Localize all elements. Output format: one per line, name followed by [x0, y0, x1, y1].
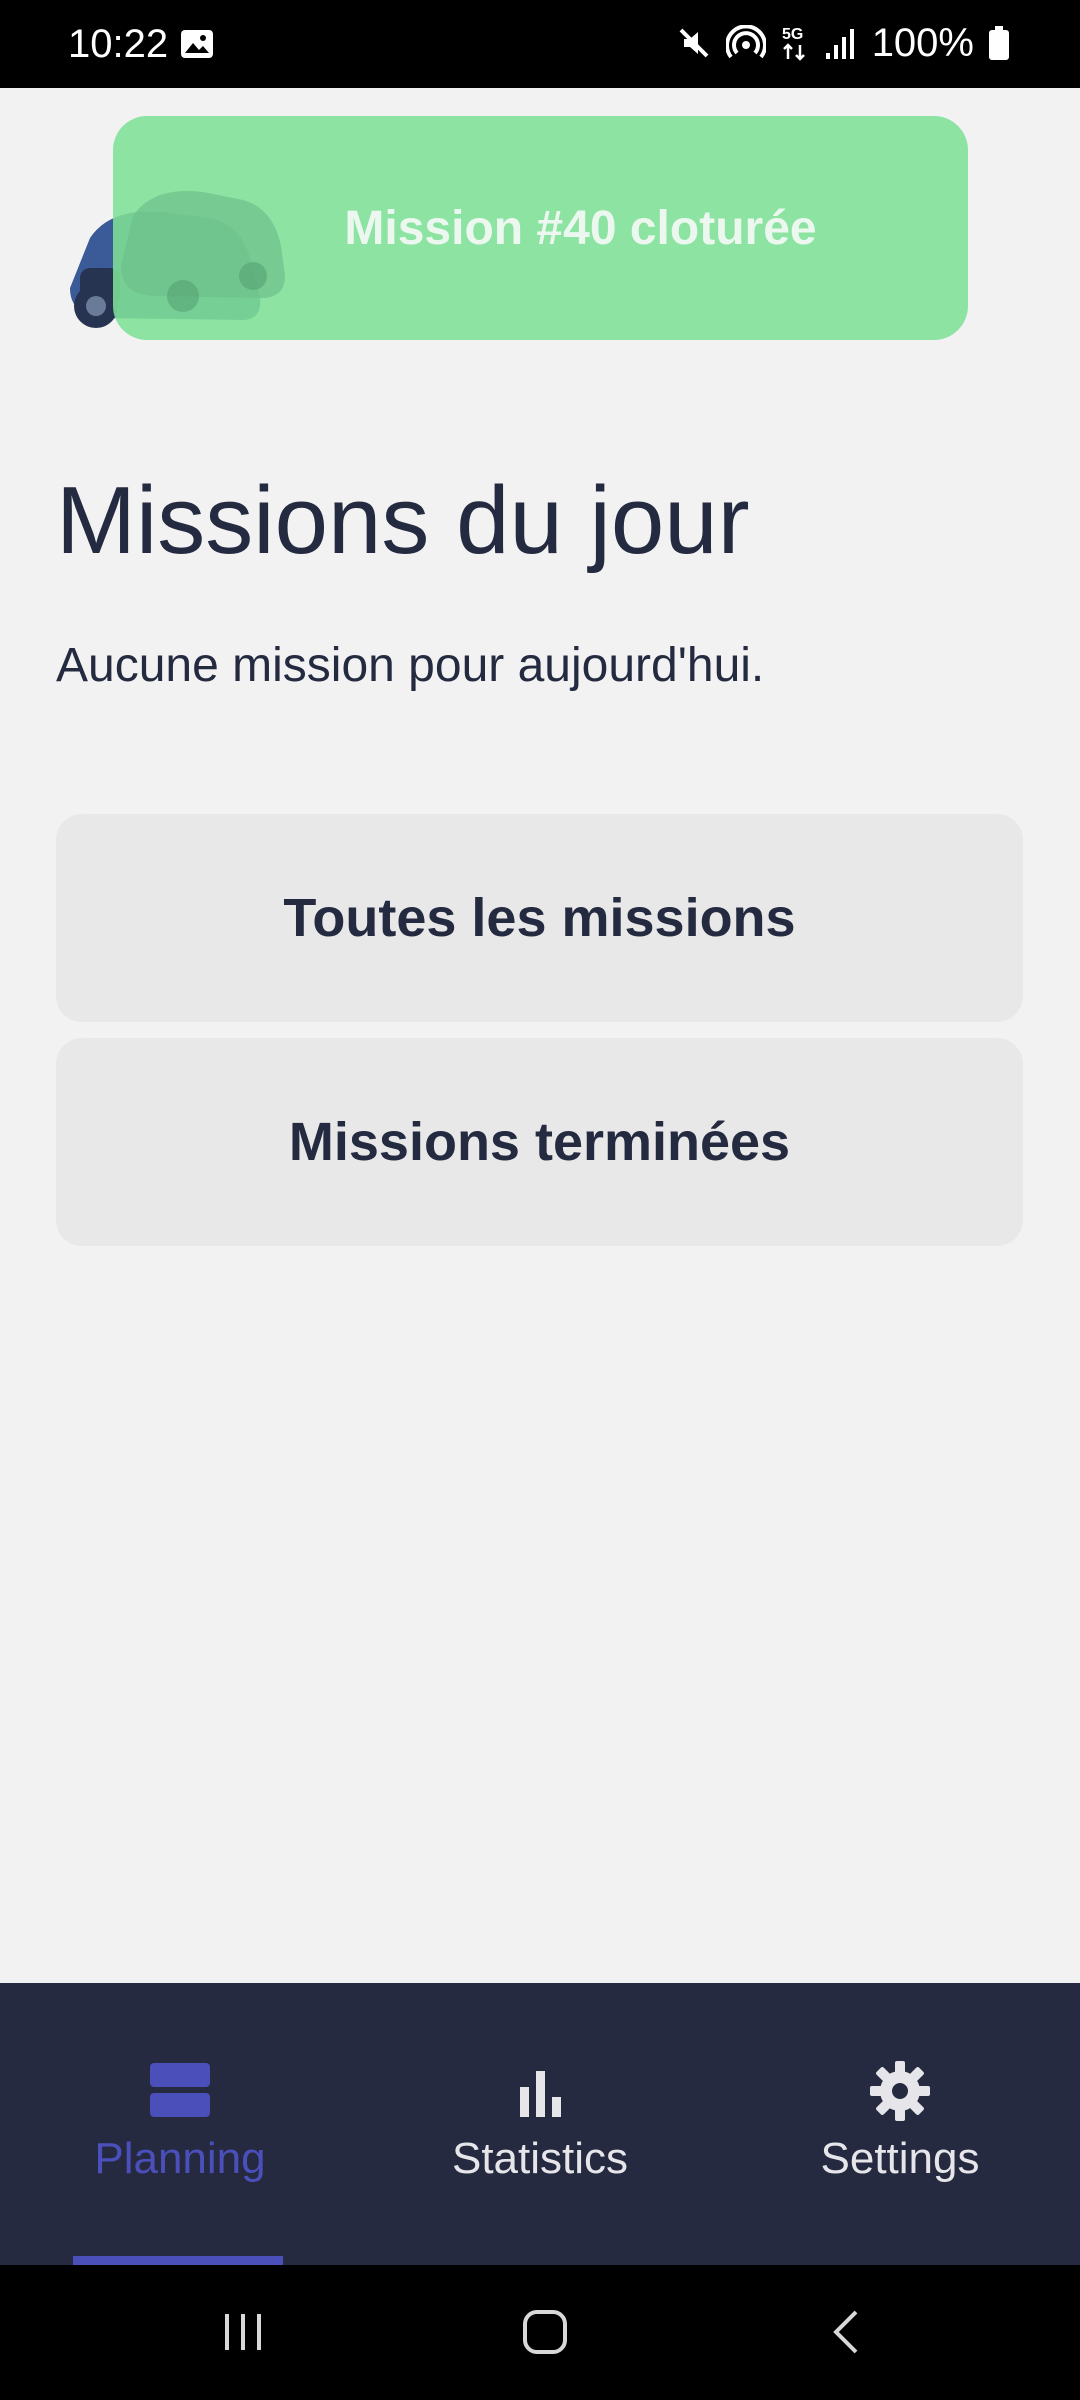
all-missions-button[interactable]: Toutes les missions [56, 814, 1023, 1022]
status-icons: 5G 100% [676, 18, 1010, 68]
hotspot-icon [725, 25, 766, 61]
mute-icon [676, 25, 712, 61]
empty-state-message: Aucune mission pour aujourd'hui. [56, 639, 765, 692]
tab-statistics[interactable]: Statistics [360, 1983, 720, 2265]
tab-settings[interactable]: Settings [720, 1983, 1080, 2265]
tab-settings-label: Settings [820, 2134, 980, 2183]
toast-car-icon [121, 191, 285, 312]
recents-icon[interactable] [203, 2295, 283, 2369]
5g-icon: 5G [780, 23, 810, 63]
signal-icon [824, 25, 858, 61]
tab-planning[interactable]: Planning [0, 1983, 360, 2265]
status-time: 10:22 [68, 22, 169, 66]
toast-message: Mission #40 cloturée [344, 201, 817, 255]
status-bar: 10:22 5G 100% [0, 0, 1080, 88]
battery-icon [988, 25, 1010, 61]
svg-text:5G: 5G [782, 26, 803, 43]
gear-icon [868, 2059, 932, 2123]
mission-closed-toast: Mission #40 cloturée [113, 116, 968, 340]
tab-statistics-label: Statistics [451, 2134, 629, 2183]
system-navigation-bar [0, 2265, 1080, 2400]
gallery-icon [180, 29, 214, 59]
page-title: Missions du jour [56, 467, 750, 574]
tab-planning-label: Planning [94, 2134, 266, 2183]
completed-missions-button[interactable]: Missions terminées [56, 1038, 1023, 1246]
home-icon[interactable] [505, 2295, 585, 2369]
bar-chart-icon [508, 2059, 572, 2123]
battery-percentage: 100% [871, 21, 974, 65]
back-icon[interactable] [808, 2295, 888, 2369]
active-tab-indicator [73, 2256, 283, 2265]
planning-icon [148, 2059, 212, 2123]
app-content: Mission #40 cloturée Missions du jour Au… [0, 88, 1080, 1983]
bottom-navigation: Planning Statistics Settings [0, 1983, 1080, 2265]
